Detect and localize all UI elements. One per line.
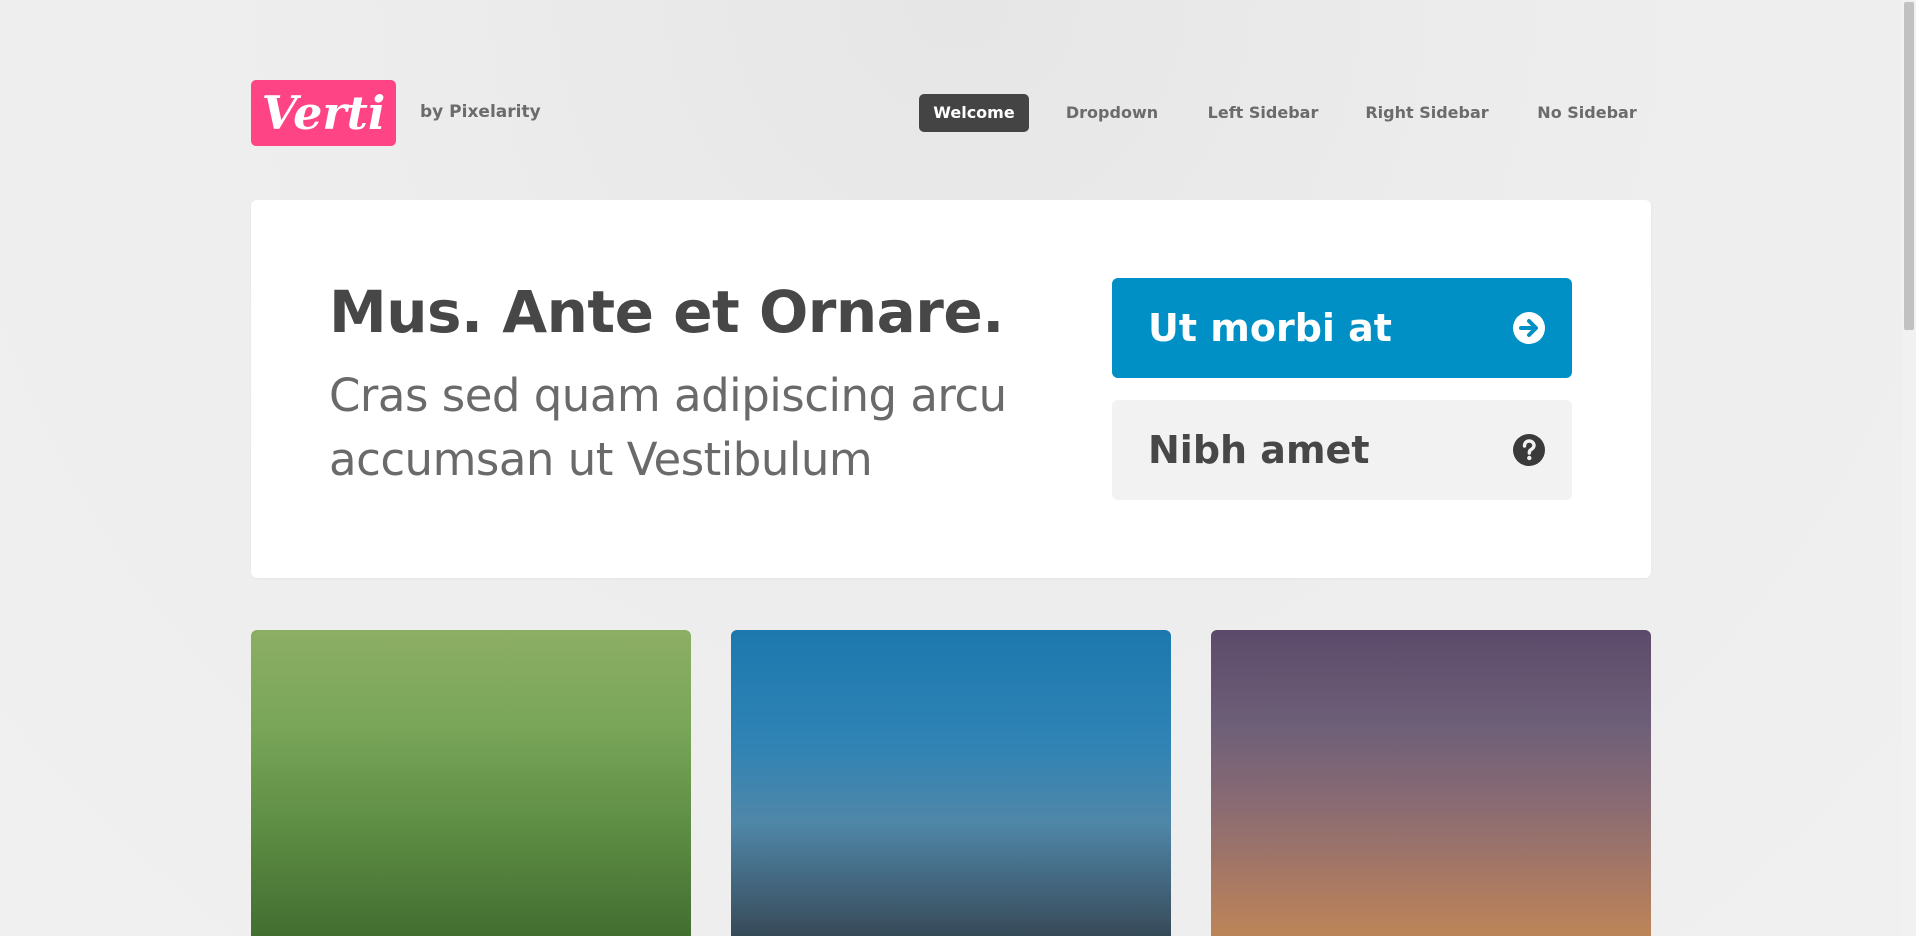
feature-image-3[interactable] xyxy=(1211,630,1651,936)
banner-subheading: Cras sed quam adipiscing arcu accumsan u… xyxy=(329,369,1007,486)
scrollbar-thumb[interactable] xyxy=(1904,2,1914,330)
nav-item-no-sidebar[interactable]: No Sidebar xyxy=(1524,94,1650,132)
banner: Mus. Ante et Ornare. Cras sed quam adipi… xyxy=(251,200,1651,578)
nav-item-welcome[interactable]: Welcome xyxy=(919,94,1029,132)
nav-item-right-sidebar[interactable]: Right Sidebar xyxy=(1352,94,1502,132)
page: Verti by Pixelarity Welcome Dropdown Lef… xyxy=(0,0,1916,936)
feature-image-1[interactable] xyxy=(251,630,691,936)
nav-item-left-sidebar[interactable]: Left Sidebar xyxy=(1197,94,1329,132)
secondary-cta-button[interactable]: Nibh amet xyxy=(1112,400,1572,500)
secondary-cta-label: Nibh amet xyxy=(1148,428,1370,472)
banner-heading: Mus. Ante et Ornare. xyxy=(329,278,1004,346)
primary-cta-button[interactable]: Ut morbi at xyxy=(1112,278,1572,378)
arrow-right-circle-icon xyxy=(1512,311,1546,345)
main-nav: Welcome Dropdown Left Sidebar Right Side… xyxy=(0,94,1916,132)
primary-cta-label: Ut morbi at xyxy=(1148,306,1392,350)
scrollbar[interactable] xyxy=(1902,0,1916,936)
nav-item-dropdown[interactable]: Dropdown xyxy=(1050,94,1174,132)
question-circle-icon xyxy=(1512,433,1546,467)
feature-image-2[interactable] xyxy=(731,630,1171,936)
